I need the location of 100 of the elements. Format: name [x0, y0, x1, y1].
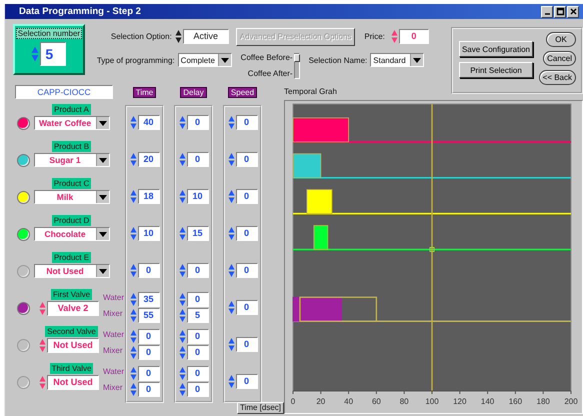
column-header: Speed [228, 86, 258, 98]
number-field[interactable]: 0 [186, 115, 208, 130]
window-title: Data Programming - Step 2 [19, 6, 141, 17]
number-field[interactable]: Not Used [47, 338, 99, 353]
number-field[interactable]: 0 [236, 300, 258, 315]
caret-icon [98, 158, 106, 162]
dialog-button[interactable]: << Back [538, 70, 576, 85]
product-label: Second Valve [45, 326, 98, 337]
number-field[interactable]: 5 [40, 42, 66, 66]
number-field[interactable]: 0 [398, 29, 429, 44]
number-field[interactable]: 0 [236, 374, 258, 389]
number-field[interactable]: 0 [186, 292, 208, 307]
number-field[interactable]: 55 [138, 308, 160, 323]
field-label: Price: [364, 32, 385, 41]
number-field[interactable]: 5 [186, 308, 208, 323]
graph-title: Temporal Grah [284, 86, 338, 98]
selection-number-label: Selection number [16, 28, 82, 39]
number-field[interactable]: 18 [138, 189, 160, 204]
line-label: Mixer [102, 345, 124, 357]
product-label: Product C [52, 178, 92, 189]
maximize-icon [556, 7, 564, 16]
line-label: Water [102, 366, 124, 378]
option-label: Coffee Before- [240, 53, 293, 62]
option-label: Coffee After- [248, 69, 293, 78]
number-field[interactable]: 0 [186, 366, 208, 381]
number-field[interactable]: Valve 2 [47, 301, 99, 316]
dropdown[interactable]: Standard [370, 53, 424, 67]
dropdown[interactable]: Milk [34, 190, 110, 204]
number-field[interactable]: 10 [138, 226, 160, 241]
close-icon [568, 7, 578, 16]
number-field[interactable]: 20 [138, 152, 160, 167]
caret-icon [413, 58, 422, 62]
line-label: Mixer [102, 308, 124, 320]
product-label: Third Valve [50, 363, 94, 374]
line-label: Water [102, 292, 124, 304]
field-label: Selection Name: [308, 56, 368, 65]
column-header: Delay [180, 86, 207, 98]
number-field[interactable]: 0 [138, 329, 160, 344]
caret-icon [98, 268, 106, 274]
name-field[interactable]: CAPP-CIOCC [15, 85, 113, 99]
number-field[interactable]: 0 [236, 226, 258, 241]
slider-thumb[interactable] [294, 54, 300, 62]
number-field[interactable]: 0 [236, 152, 258, 167]
number-field[interactable]: 0 [186, 345, 208, 360]
number-field[interactable]: Not Used [47, 375, 99, 390]
tick-label: 140 [480, 397, 494, 406]
tick-label: 60 [372, 397, 381, 406]
tick-label: 0 [290, 397, 296, 406]
close-button[interactable] [567, 6, 579, 18]
tick-label: 40 [344, 397, 354, 406]
tick-label: 80 [400, 397, 409, 406]
dropdown[interactable]: Chocolate [34, 227, 110, 241]
tick-label: 120 [453, 397, 466, 406]
action-button[interactable]: Save Configuration [458, 41, 533, 57]
dialog-button[interactable]: OK [546, 32, 576, 47]
number-field[interactable]: 0 [236, 115, 258, 130]
tick-label: 100 [425, 397, 439, 406]
product-label: Product A [52, 104, 91, 115]
slider[interactable] [294, 53, 300, 79]
tick-label: 180 [536, 397, 550, 406]
spin-arrows[interactable] [174, 29, 182, 44]
caret-icon [98, 194, 106, 200]
number-field[interactable]: 35 [138, 292, 160, 307]
number-field[interactable]: 0 [138, 366, 160, 381]
number-field[interactable]: 0 [186, 263, 208, 278]
dropdown[interactable]: Water Coffee [34, 116, 110, 130]
axis-label: Time [dsec] [236, 402, 284, 414]
tick-label: 200 [564, 397, 578, 406]
number-field[interactable]: Active [182, 29, 229, 44]
number-field[interactable]: 40 [138, 115, 160, 130]
number-field[interactable]: 0 [138, 263, 160, 278]
dropdown[interactable]: Not Used [34, 264, 110, 278]
line-label: Water [102, 329, 124, 341]
number-field[interactable]: 0 [186, 152, 208, 167]
number-field[interactable]: 0 [236, 337, 258, 352]
number-field[interactable]: 0 [236, 263, 258, 278]
product-label: Product D [52, 215, 92, 226]
minimize-button[interactable] [541, 6, 553, 18]
number-field[interactable]: 0 [138, 345, 160, 360]
tick-label: 20 [316, 397, 326, 406]
product-label: Product B [52, 141, 92, 152]
caret-icon [220, 58, 229, 62]
maximize-button[interactable] [554, 6, 566, 18]
dropdown[interactable]: Sugar 1 [34, 153, 110, 167]
action-button[interactable]: Print Selection [458, 62, 533, 78]
tick-label: 160 [508, 397, 522, 406]
product-label: First Valve [50, 289, 92, 300]
line-label: Mixer [102, 382, 124, 394]
number-field[interactable]: 15 [186, 226, 208, 241]
number-field[interactable]: 0 [138, 382, 160, 397]
number-field[interactable]: 10 [186, 189, 208, 204]
number-field[interactable]: 0 [236, 189, 258, 204]
number-field[interactable]: 0 [186, 382, 208, 397]
field-label: Selection Option: [110, 32, 172, 41]
dialog-button[interactable]: Cancel [543, 51, 576, 66]
column-header: Time [132, 86, 156, 98]
dropdown[interactable]: Complete [178, 53, 232, 67]
caret-icon [98, 120, 106, 126]
product-label: Product E [52, 252, 92, 263]
number-field[interactable]: 0 [186, 329, 208, 344]
